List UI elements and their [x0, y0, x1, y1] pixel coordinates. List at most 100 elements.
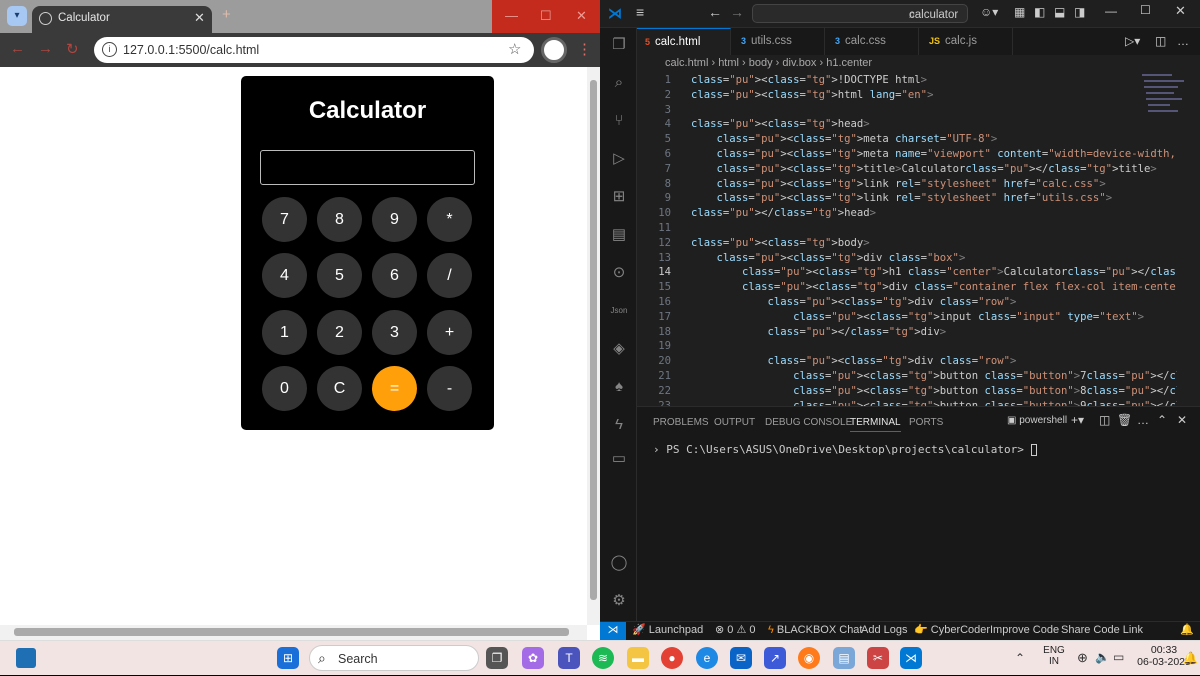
bookmark-star-icon[interactable]: ☆: [508, 40, 521, 58]
minimap[interactable]: [1140, 72, 1190, 152]
snipping-tool-icon[interactable]: ✂: [867, 647, 889, 669]
notification-bell-icon[interactable]: 🔔: [1183, 651, 1198, 665]
panel-tab-output[interactable]: OUTPUT: [714, 417, 755, 428]
task-view-icon[interactable]: ❐: [486, 647, 508, 669]
close-tab-icon[interactable]: ✕: [194, 10, 205, 26]
forward-icon[interactable]: →: [38, 40, 53, 57]
tab-search-icon[interactable]: ▾: [7, 6, 27, 26]
code-line[interactable]: class="pu"><class="tg">link rel="stylesh…: [691, 177, 1106, 192]
cybercoder-item[interactable]: 👉 CyberCoder: [914, 622, 990, 639]
command-center-search[interactable]: ⌕ calculator: [752, 4, 968, 23]
toggle-sidebar-icon[interactable]: ◧: [1034, 5, 1045, 19]
split-terminal-icon[interactable]: ◫: [1099, 413, 1110, 427]
run-icon[interactable]: ▷▾: [1125, 34, 1140, 48]
split-editor-icon[interactable]: ◫: [1155, 34, 1166, 48]
blackbox-chat-item[interactable]: ϟ BLACKBOX Chat: [768, 622, 862, 639]
explorer-icon[interactable]: ❐: [608, 34, 630, 56]
notebook-icon[interactable]: ▤: [608, 224, 630, 246]
calc-button[interactable]: =: [372, 366, 417, 411]
breadcrumb-item[interactable]: div.box: [782, 57, 816, 69]
code-line[interactable]: class="pu"><class="tg">link rel="stylesh…: [691, 191, 1113, 206]
share-code-link-item[interactable]: Share Code Link: [1061, 622, 1143, 639]
code-line[interactable]: class="pu"><class="tg">button class="but…: [691, 384, 1177, 399]
spotify-icon[interactable]: ≋: [592, 647, 614, 669]
code-line[interactable]: class="pu"><class="tg">button class="but…: [691, 369, 1177, 384]
copilot-icon[interactable]: ☺▾: [980, 5, 998, 19]
address-bar[interactable]: i 127.0.0.1:5500/calc.html ☆: [94, 37, 534, 63]
notifications-bell-icon[interactable]: 🔔: [1180, 622, 1194, 639]
battery-icon[interactable]: ▭: [1113, 650, 1124, 664]
close-panel-icon[interactable]: ✕: [1177, 413, 1187, 427]
code-line[interactable]: class="pu"></class="tg">div>: [691, 325, 947, 340]
code-line[interactable]: class="pu"><class="tg">title>Calculatorc…: [691, 162, 1157, 177]
chevron-up-icon[interactable]: ⌃: [1015, 651, 1025, 665]
code-line[interactable]: class="pu"><class="tg">!DOCTYPE html>: [691, 73, 927, 88]
terminal-selector[interactable]: ▣ powershell: [1007, 415, 1067, 426]
kill-terminal-icon[interactable]: 🗑: [1117, 413, 1132, 427]
code-line[interactable]: class="pu"><class="tg">div class="row">: [691, 354, 1017, 369]
language-indicator[interactable]: ENG IN: [1043, 645, 1065, 667]
customize-layout-icon[interactable]: ▦: [1014, 5, 1025, 19]
problems-indicator[interactable]: ⊗ 0 ⚠ 0: [715, 622, 756, 639]
json-icon[interactable]: Json: [608, 300, 630, 322]
source-control-icon[interactable]: ⑂: [608, 110, 630, 132]
code-line[interactable]: class="pu"><class="tg">head>: [691, 117, 870, 132]
back-icon[interactable]: ←: [708, 4, 722, 20]
close-window-icon[interactable]: ✕: [576, 8, 587, 24]
chat-icon[interactable]: ▭: [608, 448, 630, 470]
git-graph-icon[interactable]: ⊙: [608, 262, 630, 284]
menu-kebab-icon[interactable]: ⋮: [577, 40, 592, 58]
panel-tab-debug-console[interactable]: DEBUG CONSOLE: [765, 417, 852, 428]
code-line[interactable]: class="pu"><class="tg">div class="row">: [691, 295, 1017, 310]
more-actions-icon[interactable]: …: [1137, 413, 1149, 427]
tab-calc-html[interactable]: 5 calc.html: [637, 28, 731, 55]
back-icon[interactable]: ←: [10, 40, 25, 57]
calc-button[interactable]: 8: [317, 197, 362, 242]
new-tab-button[interactable]: +: [222, 6, 231, 23]
settings-gear-icon[interactable]: ⚙: [608, 590, 630, 612]
tab-utils-css[interactable]: 3 utils.css: [731, 28, 825, 55]
account-icon[interactable]: ◯: [608, 552, 630, 574]
code-line[interactable]: class="pu"><class="tg">meta name="viewpo…: [691, 147, 1177, 162]
browser-tab[interactable]: Calculator ✕: [32, 6, 212, 33]
copilot-icon[interactable]: ✿: [522, 647, 544, 669]
code-editor[interactable]: 1 class="pu"><class="tg">!DOCTYPE html> 2 c…: [637, 72, 1177, 406]
breadcrumb-item[interactable]: h1.center: [826, 57, 872, 69]
improve-code-item[interactable]: Improve Code: [990, 622, 1059, 639]
launchpad-item[interactable]: 🚀 Launchpad: [632, 622, 703, 639]
toggle-secondary-sidebar-icon[interactable]: ◨: [1074, 5, 1085, 19]
maximize-panel-icon[interactable]: ⌃: [1157, 413, 1167, 427]
breadcrumb-item[interactable]: html: [718, 57, 739, 69]
calc-button[interactable]: +: [427, 310, 472, 355]
calc-button[interactable]: -: [427, 366, 472, 411]
panel-tab-ports[interactable]: PORTS: [909, 417, 943, 428]
calc-button[interactable]: C: [317, 366, 362, 411]
remote-indicator-icon[interactable]: ⋊: [600, 622, 626, 640]
file-explorer-icon[interactable]: ▬: [627, 647, 649, 669]
minimize-icon[interactable]: —: [505, 8, 518, 23]
network-globe-icon[interactable]: ⊕: [1077, 650, 1088, 666]
code-line[interactable]: class="pu"><class="tg">h1 class="center"…: [691, 265, 1177, 280]
calc-button[interactable]: 5: [317, 253, 362, 298]
toggle-panel-icon[interactable]: ⬓: [1054, 5, 1065, 19]
minimize-icon[interactable]: —: [1105, 4, 1117, 18]
horizontal-scroll-thumb[interactable]: [14, 628, 569, 636]
breadcrumb-item[interactable]: body: [749, 57, 773, 69]
taskbar-search[interactable]: ⌕ Search: [309, 645, 479, 671]
code-line[interactable]: class="pu"><class="tg">meta charset="UTF…: [691, 132, 998, 147]
calc-button[interactable]: 6: [372, 253, 417, 298]
calc-button[interactable]: 2: [317, 310, 362, 355]
calc-button[interactable]: 9: [372, 197, 417, 242]
calc-button[interactable]: *: [427, 197, 472, 242]
tab-calc-js[interactable]: JS calc.js: [919, 28, 1013, 55]
mongodb-leaf-icon[interactable]: ♠: [608, 376, 630, 398]
calc-button[interactable]: 4: [262, 253, 307, 298]
code-line[interactable]: class="pu"><class="tg">html lang="en">: [691, 88, 933, 103]
tab-calc-css[interactable]: 3 calc.css: [825, 28, 919, 55]
vscode-taskbar-icon[interactable]: ⋊: [900, 647, 922, 669]
lightning-icon[interactable]: ϟ: [608, 414, 630, 436]
calc-button[interactable]: 7: [262, 197, 307, 242]
code-line[interactable]: class="pu"><class="tg">input class="inpu…: [691, 310, 1144, 325]
code-line[interactable]: class="pu"><class="tg">button class="but…: [691, 399, 1177, 406]
breadcrumb-item[interactable]: calc.html: [665, 57, 708, 69]
